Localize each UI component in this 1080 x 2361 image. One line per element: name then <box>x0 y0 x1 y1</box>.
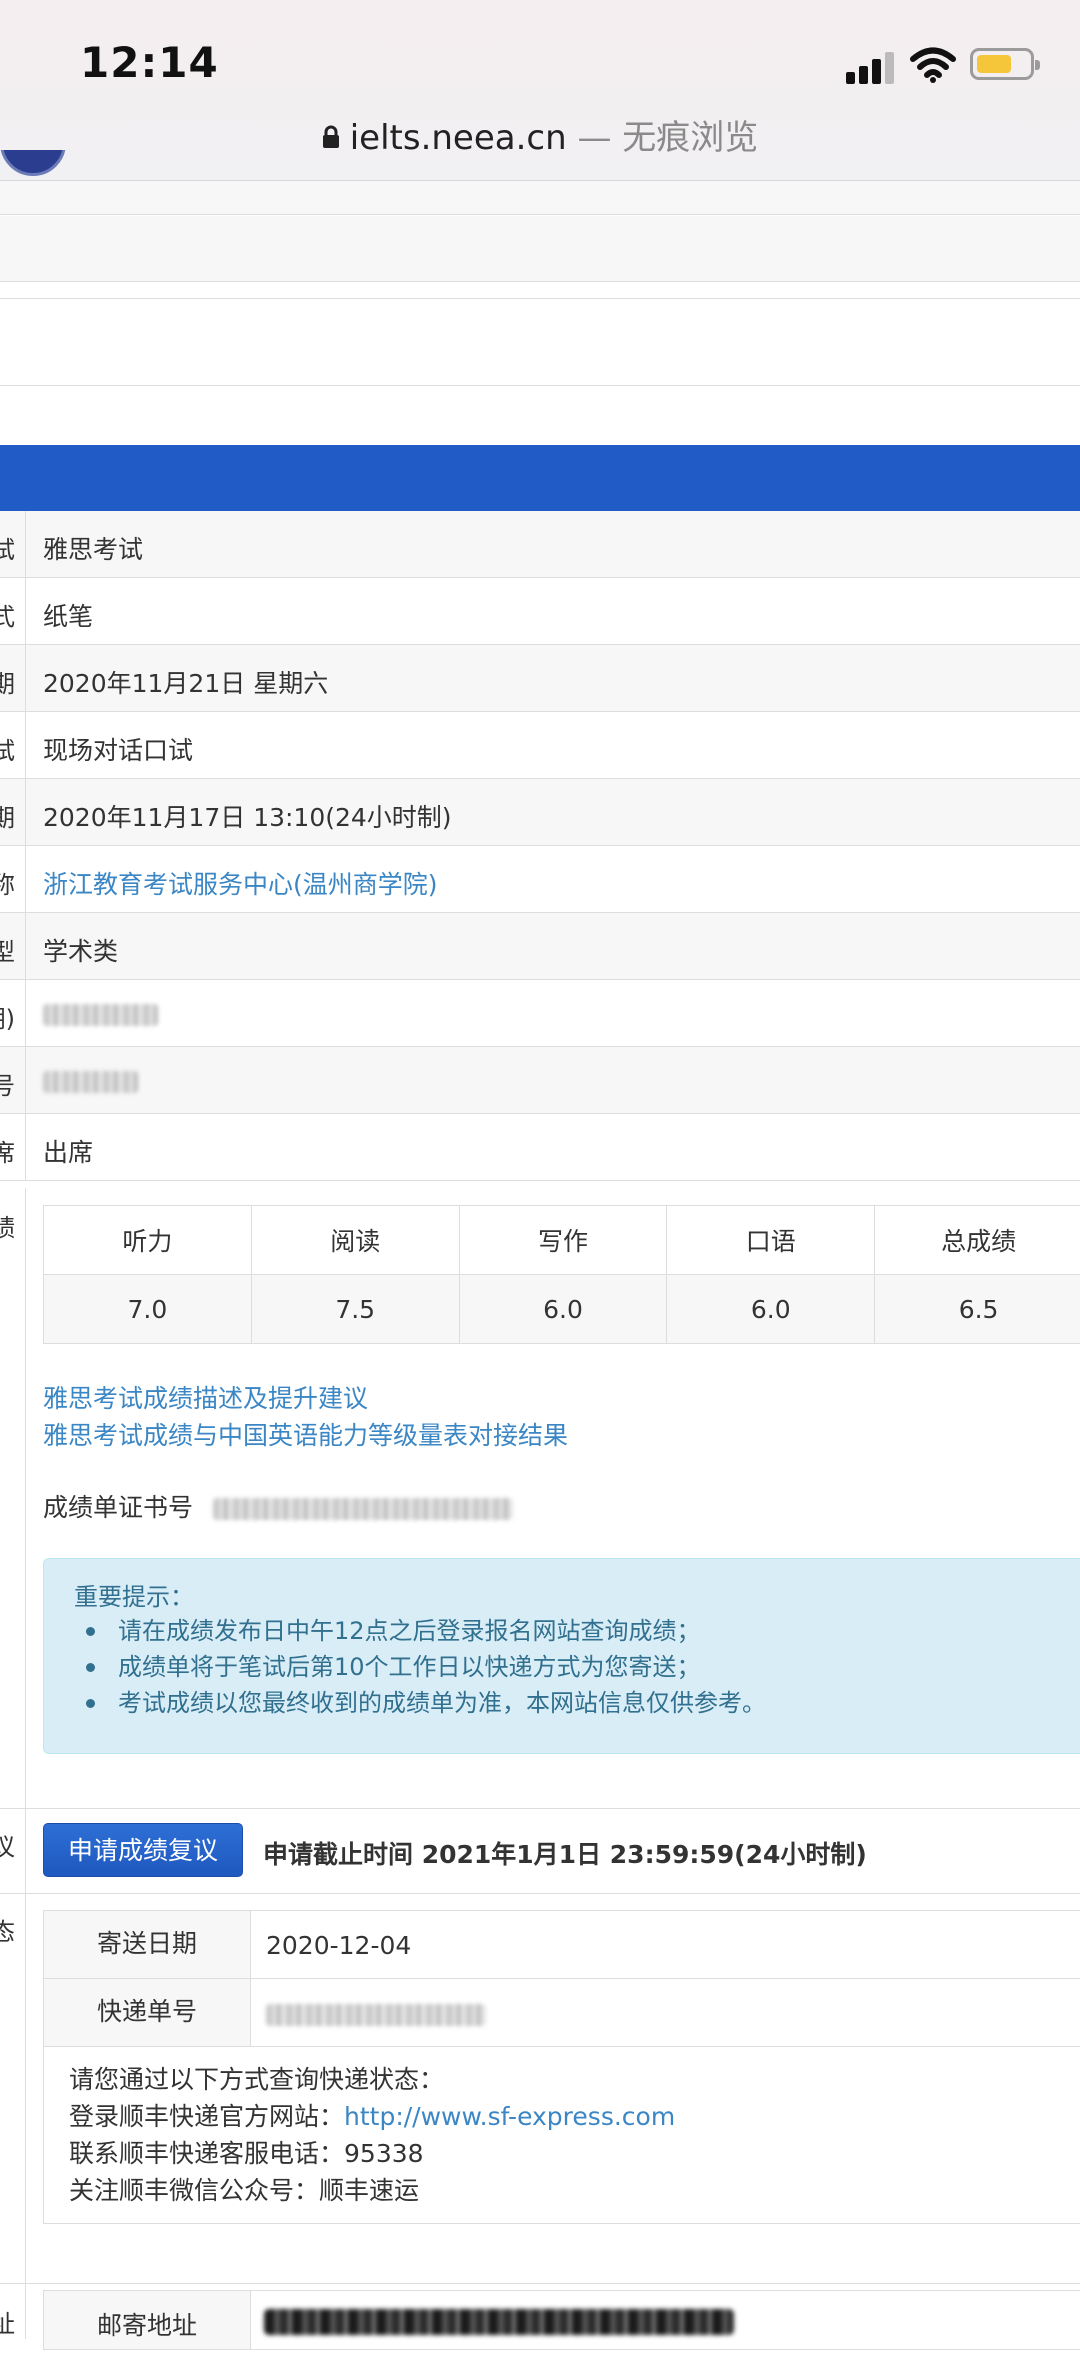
tracking-label: 快递单号 <box>44 1979 251 2046</box>
row-label: 试 <box>0 530 15 565</box>
battery-icon <box>970 48 1040 80</box>
score-header-speaking: 口语 <box>666 1205 876 1275</box>
row-value: 2020年11月21日 星期六 <box>43 669 329 698</box>
score-listening: 7.0 <box>43 1274 252 1344</box>
redacted-value <box>43 999 158 1028</box>
send-date-value: 2020-12-04 <box>266 1931 412 1960</box>
row-label: 席 <box>0 1133 15 1168</box>
score-description-link[interactable]: 雅思考试成绩描述及提升建议 <box>43 1379 368 1415</box>
notice-title: 重要提示： <box>74 1583 194 1611</box>
send-date-row: 寄送日期 2020-12-04 <box>44 1911 1080 1979</box>
tracking-row: 快递单号 <box>44 1979 1080 2047</box>
spacer-band <box>0 387 1080 445</box>
row-label: 试 <box>0 731 15 766</box>
info-row-exam: 试 雅思考试 <box>0 511 1080 578</box>
sf-express-link[interactable]: http://www.sf-express.com <box>344 2102 675 2131</box>
trf-label: 成绩单证书号 <box>43 1493 194 1522</box>
info-row-attendance: 席 出席 <box>0 1114 1080 1181</box>
row-label: 期) <box>0 1005 15 1033</box>
delivery-status-row: 态 寄送日期 2020-12-04 快递单号 请您通过以下方式查询快递状态： 登… <box>0 1894 1080 2284</box>
send-date-label: 寄送日期 <box>44 1911 251 1978</box>
info-row-test-date: 期 2020年11月21日 星期六 <box>0 645 1080 712</box>
score-review-row: 议 申请成绩复议 申请截止时间 2021年1月1日 23:59:59(24小时制… <box>0 1808 1080 1894</box>
exam-info-table: 试 雅思考试 式 纸笔 期 2020年11月21日 星期六 试 现场对话口试 期… <box>0 511 1080 1181</box>
row-label: 期 <box>0 798 15 833</box>
score-header-listening: 听力 <box>43 1205 252 1275</box>
browser-chrome: 12:14 ielts.neea.cn — 无痕浏览 <box>0 0 1080 181</box>
score-reading: 7.5 <box>250 1274 460 1344</box>
info-row-format: 式 纸笔 <box>0 578 1080 645</box>
row-label: 型 <box>0 932 15 967</box>
test-center-link[interactable]: 浙江教育考试服务中心(温州商学院) <box>43 865 438 901</box>
row-value: 学术类 <box>43 937 119 966</box>
section-header-bar <box>0 445 1080 511</box>
lock-icon <box>322 125 339 148</box>
score-writing: 6.0 <box>458 1274 668 1344</box>
info-row-test-center: 称 浙江教育考试服务中心(温州商学院) <box>0 846 1080 913</box>
url-domain: ielts.neea.cn <box>349 118 567 158</box>
info-row-module: 型 学术类 <box>0 913 1080 980</box>
info-row-birth-date: 期) <box>0 980 1080 1047</box>
row-value: 现场对话口试 <box>43 736 194 765</box>
trf-number: 成绩单证书号 <box>43 1488 513 1524</box>
info-row-speaking-date: 期 2020年11月17日 13:10(24小时制) <box>0 779 1080 846</box>
score-header-writing: 写作 <box>458 1205 668 1275</box>
instruction-line: 登录顺丰快递官方网站：http://www.sf-express.com <box>69 2102 676 2131</box>
address-box: 邮寄地址 <box>43 2290 1080 2350</box>
redacted-value <box>264 2309 734 2339</box>
mailing-address-row: 址 邮寄地址 <box>0 2284 1080 2350</box>
instruction-line: 请您通过以下方式查询快递状态： <box>69 2065 445 2094</box>
row-label: 绩 <box>0 1208 15 1243</box>
score-header-overall: 总成绩 <box>874 1205 1080 1275</box>
instruction-line: 关注顺丰微信公众号：顺丰速运 <box>69 2176 420 2205</box>
menu-band <box>0 298 1080 386</box>
redacted-value <box>43 1066 138 1095</box>
apply-review-button[interactable]: 申请成绩复议 <box>43 1823 243 1877</box>
status-time: 12:14 <box>80 38 219 87</box>
cellular-signal-icon <box>846 48 896 84</box>
score-overall: 6.5 <box>874 1274 1080 1344</box>
info-row-candidate-number: 号 <box>0 1047 1080 1114</box>
private-mode-label: — 无痕浏览 <box>577 118 759 158</box>
row-label: 态 <box>0 1912 15 1947</box>
address-bar[interactable]: ielts.neea.cn — 无痕浏览 <box>0 110 1080 159</box>
score-table: 听力 阅读 写作 口语 总成绩 7.0 7.5 6.0 6.0 6.5 <box>43 1205 1080 1344</box>
row-value: 雅思考试 <box>43 535 144 564</box>
instruction-line: 联系顺丰快递客服电话：95338 <box>69 2139 424 2168</box>
wifi-icon <box>910 47 956 83</box>
notice-list: 请在成绩发布日中午12点之后登录报名网站查询成绩； 成绩单将于笔试后第10个工作… <box>74 1613 766 1721</box>
notice-item: 成绩单将于笔试后第10个工作日以快递方式为您寄送； <box>74 1649 766 1685</box>
row-value: 出席 <box>43 1138 94 1167</box>
review-deadline: 申请截止时间 2021年1月1日 23:59:59(24小时制) <box>263 1840 867 1869</box>
row-label: 议 <box>0 1827 15 1862</box>
notice-item: 请在成绩发布日中午12点之后登录报名网站查询成绩； <box>74 1613 766 1649</box>
delivery-instructions: 请您通过以下方式查询快递状态： 登录顺丰快递官方网站：http://www.sf… <box>69 2061 675 2209</box>
row-label: 称 <box>0 865 15 900</box>
delivery-box: 寄送日期 2020-12-04 快递单号 请您通过以下方式查询快递状态： 登录顺… <box>43 1910 1080 2224</box>
info-row-speaking-format: 试 现场对话口试 <box>0 712 1080 779</box>
header-band <box>0 216 1080 282</box>
row-label: 期 <box>0 664 15 699</box>
score-header-reading: 阅读 <box>250 1205 460 1275</box>
row-label: 址 <box>0 2304 15 2339</box>
address-label: 邮寄地址 <box>44 2291 251 2349</box>
row-label: 式 <box>0 597 15 632</box>
row-value: 2020年11月17日 13:10(24小时制) <box>43 803 452 832</box>
important-notice: 重要提示： 请在成绩发布日中午12点之后登录报名网站查询成绩； 成绩单将于笔试后… <box>43 1558 1080 1754</box>
redacted-value <box>266 1999 486 2028</box>
score-speaking: 6.0 <box>666 1274 876 1344</box>
redacted-value <box>212 1498 513 1520</box>
cse-mapping-link[interactable]: 雅思考试成绩与中国英语能力等级量表对接结果 <box>43 1416 568 1452</box>
row-label: 号 <box>0 1066 15 1101</box>
notice-item: 考试成绩以您最终收到的成绩单为准，本网站信息仅供参考。 <box>74 1685 766 1721</box>
nav-band <box>0 181 1080 215</box>
row-value: 纸笔 <box>43 602 94 631</box>
